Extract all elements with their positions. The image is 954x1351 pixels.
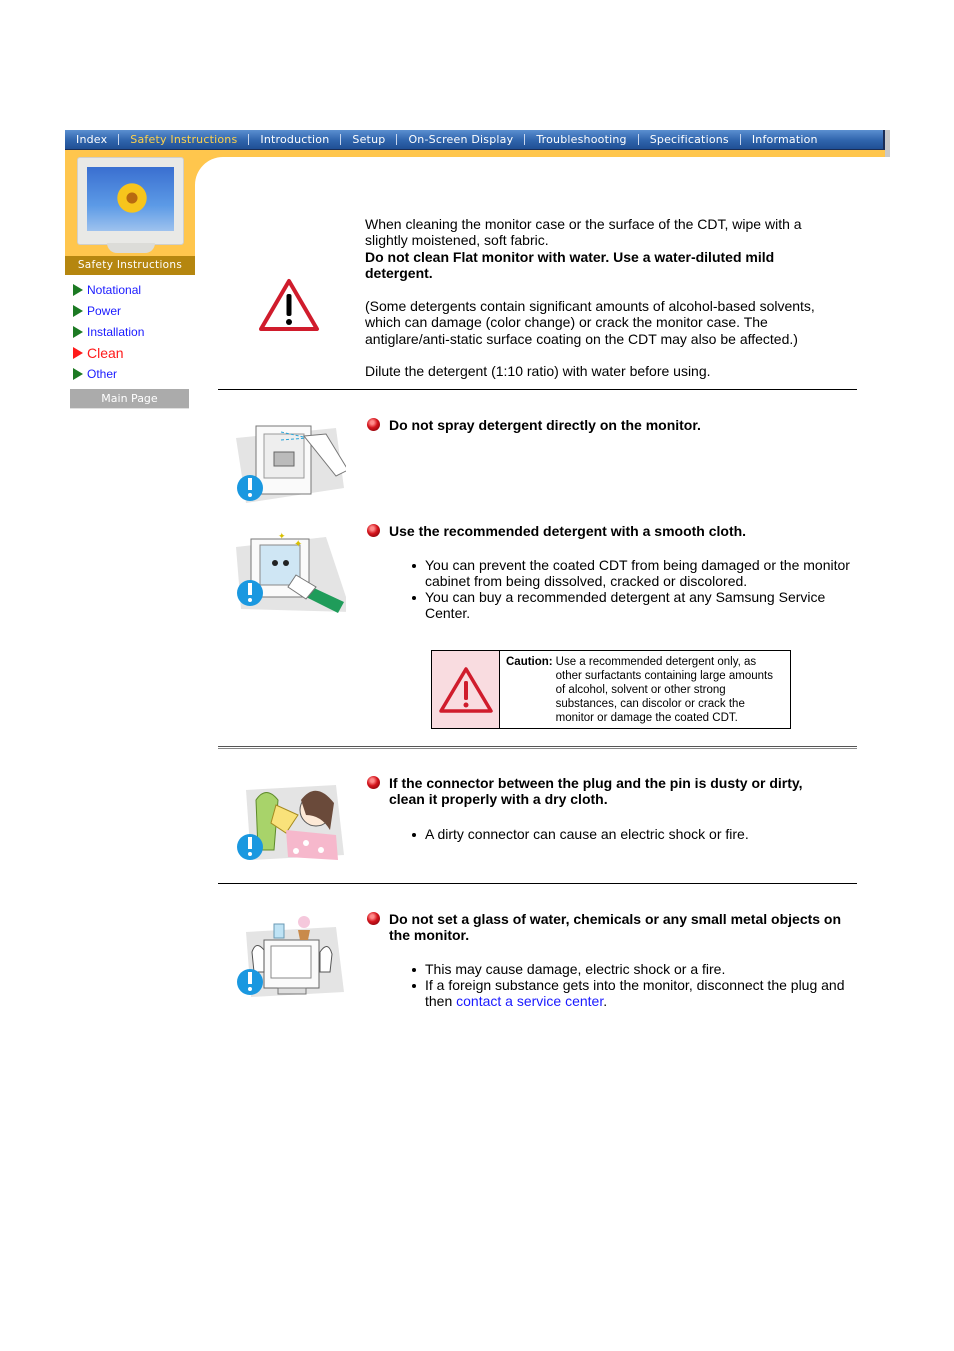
sidebar-item-other[interactable]: Other (73, 363, 144, 384)
item-bullet-list: This may cause damage, electric shock or… (405, 961, 865, 1009)
triangle-right-icon (73, 346, 83, 359)
bullet-suffix: . (603, 993, 608, 1009)
red-ball-bullet-icon (367, 524, 380, 537)
flower-image (115, 181, 149, 215)
triangle-right-icon (73, 304, 83, 317)
bullet-item: A dirty connector can cause an electric … (412, 826, 865, 842)
sidebar-item-notational[interactable]: Notational (73, 279, 144, 300)
sidebar-item-label[interactable]: Installation (87, 325, 144, 339)
nav-on-screen-display[interactable]: On-Screen Display (397, 130, 524, 150)
bullet-item: This may cause damage, electric shock or… (412, 961, 865, 977)
nav-introduction[interactable]: Introduction (249, 130, 340, 150)
sidebar-item-label[interactable]: Other (87, 367, 117, 381)
contact-service-center-link[interactable]: contact a service center (456, 993, 603, 1009)
divider (218, 883, 857, 884)
caution-label: Caution: (506, 656, 553, 668)
item-heading: If the connector between the plug and th… (389, 775, 803, 808)
item-heading: Do not set a glass of water, chemicals o… (389, 911, 842, 944)
item-heading: Do not spray detergent directly on the m… (389, 417, 701, 433)
nav-safety-instructions[interactable]: Safety Instructions (119, 130, 248, 150)
objects-on-monitor-illustration (237, 916, 344, 997)
clean-connector-illustration (237, 785, 344, 860)
red-ball-bullet-icon (367, 418, 380, 431)
divider (218, 389, 857, 390)
svg-text:✦: ✦ (294, 539, 302, 550)
section-title: Safety Instructions (65, 256, 195, 275)
sidebar-item-installation[interactable]: Installation (73, 321, 144, 342)
sidebar-item-label[interactable]: Clean (87, 345, 124, 361)
bullet-item: You can buy a recommended detergent at a… (412, 589, 865, 621)
nav-specifications[interactable]: Specifications (639, 130, 740, 150)
caution-message: Use a recommended detergent only, as oth… (555, 656, 773, 724)
monitor-screen (87, 167, 174, 231)
caution-box: Caution: Use a recommended detergent onl… (431, 650, 791, 729)
intro-warning: Do not clean Flat monitor with water. Us… (365, 249, 775, 282)
warning-triangle-icon (438, 666, 493, 713)
nav-index[interactable]: Index (65, 130, 118, 150)
sidebar-menu: Notational Power Installation Clean Othe… (73, 279, 144, 384)
svg-text:✦: ✦ (278, 531, 286, 541)
monitor-illustration (77, 157, 184, 255)
top-navigation: Index Safety Instructions Introduction S… (65, 130, 885, 150)
triangle-right-icon (73, 325, 83, 338)
wipe-monitor-illustration: ✦✦ (236, 531, 346, 613)
nav-shadow (885, 130, 890, 157)
warning-triangle-icon (259, 279, 319, 331)
red-ball-bullet-icon (367, 912, 380, 925)
caution-icon-cell (432, 651, 500, 728)
nav-information[interactable]: Information (741, 130, 829, 150)
sidebar-item-label[interactable]: Notational (87, 283, 141, 297)
caution-text-cell: Caution: Use a recommended detergent onl… (500, 651, 782, 728)
intro-text: When cleaning the monitor case or the su… (365, 216, 802, 249)
triangle-right-icon (73, 367, 83, 380)
red-ball-bullet-icon (367, 776, 380, 789)
nav-setup[interactable]: Setup (341, 130, 396, 150)
intro-note: (Some detergents contain significant amo… (365, 298, 815, 347)
item-bullet-list: You can prevent the coated CDT from bein… (405, 557, 865, 621)
sidebar-item-label[interactable]: Power (87, 304, 121, 318)
bullet-item: If a foreign substance gets into the mon… (412, 977, 865, 1009)
dilution-instruction: Dilute the detergent (1:10 ratio) with w… (365, 363, 711, 379)
item-bullet-list: A dirty connector can cause an electric … (405, 826, 865, 842)
nav-troubleshooting[interactable]: Troubleshooting (525, 130, 637, 150)
monitor-stand (107, 243, 155, 253)
bullet-item: You can prevent the coated CDT from bein… (412, 557, 865, 589)
main-page-button[interactable]: Main Page (70, 389, 189, 409)
item-heading: Use the recommended detergent with a smo… (389, 523, 747, 539)
sidebar-item-clean[interactable]: Clean (73, 342, 144, 363)
triangle-right-icon (73, 283, 83, 296)
sidebar-item-power[interactable]: Power (73, 300, 144, 321)
spray-monitor-illustration (236, 425, 346, 503)
divider (218, 746, 857, 749)
